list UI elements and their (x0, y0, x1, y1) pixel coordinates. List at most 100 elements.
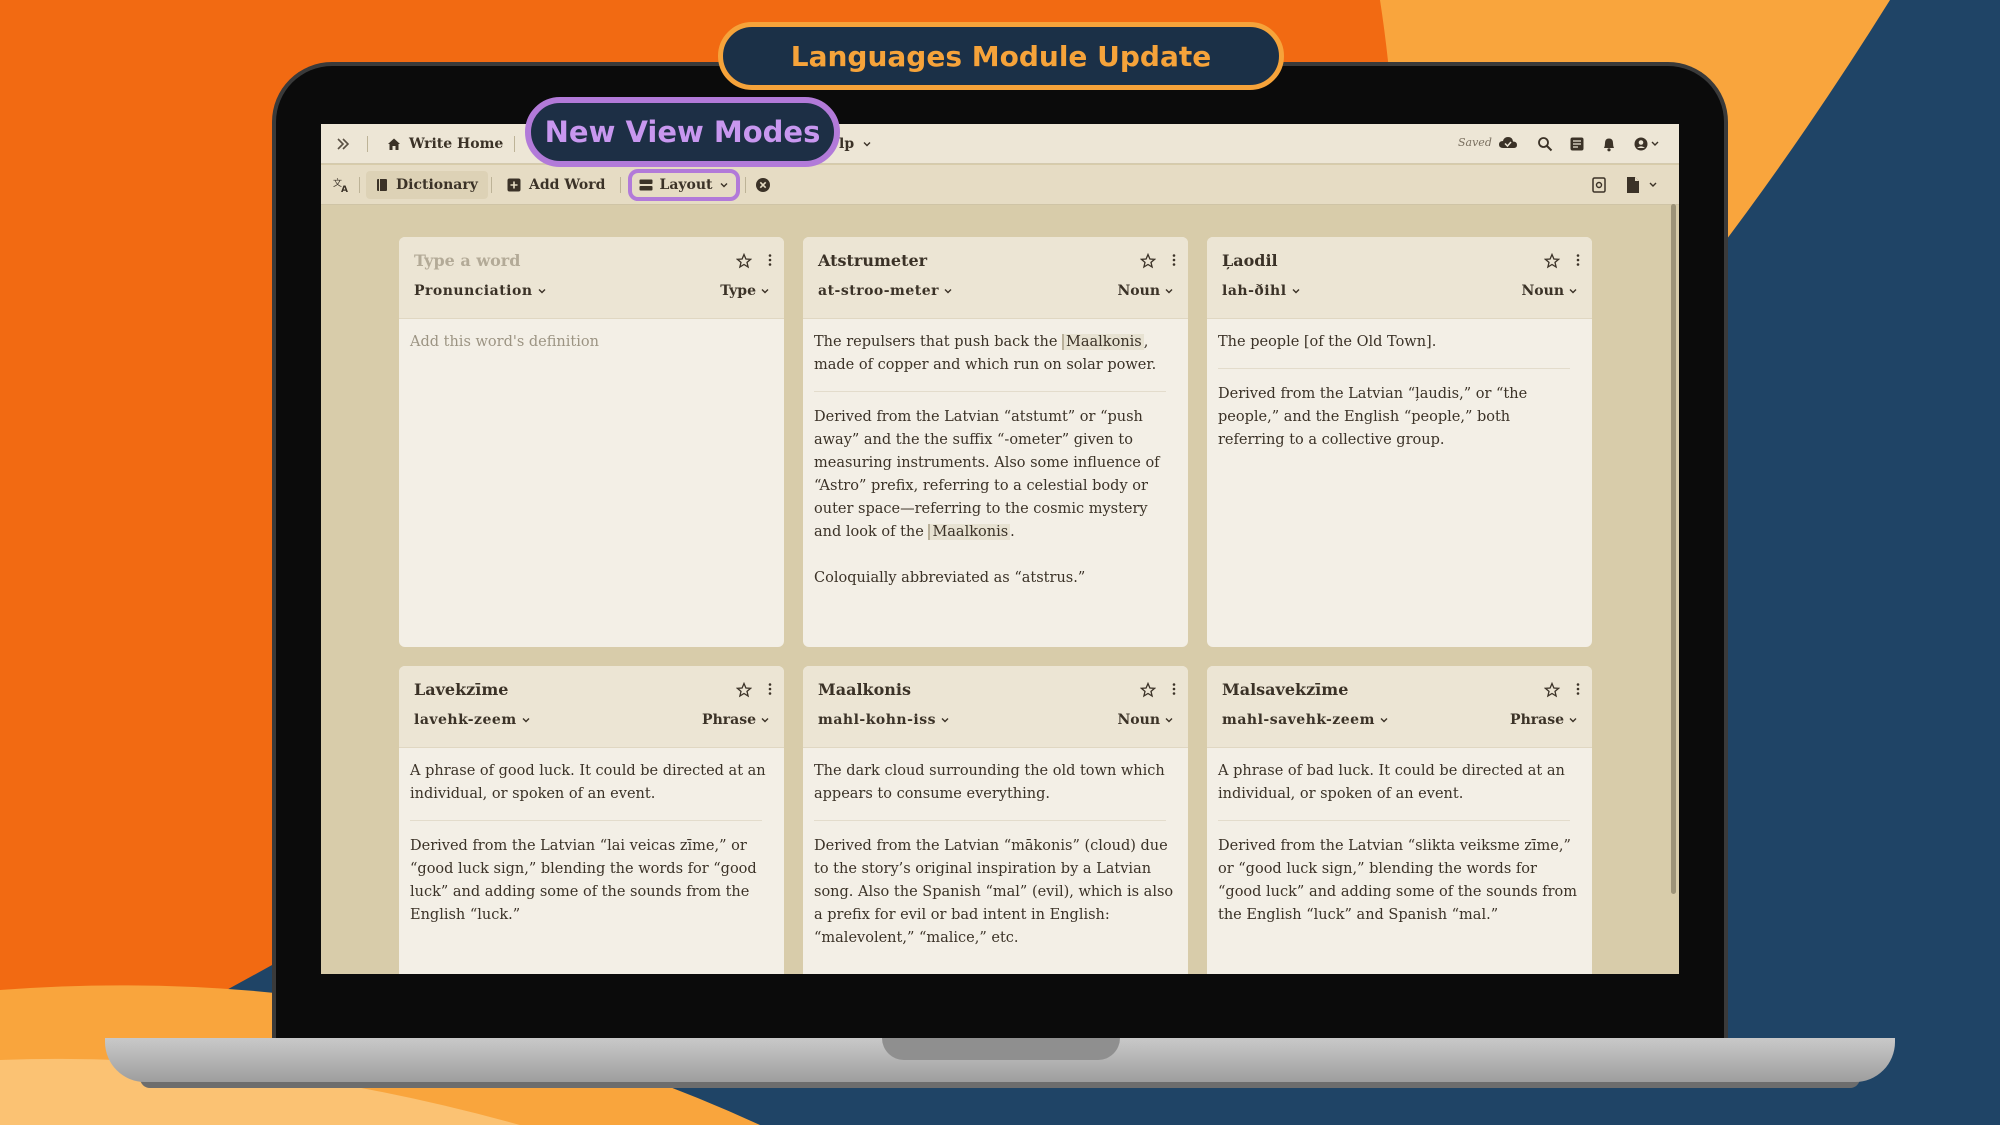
pronunciation-dropdown[interactable]: mahl-savehk-zeem (1222, 712, 1389, 728)
write-home-label: Write Home (409, 136, 504, 152)
word-card[interactable]: Malsavekzīme mahl-savehk-zeem Phrase A p… (1207, 666, 1592, 974)
dictionary-toolbar: 文A Dictionary Add Word Layout (321, 165, 1679, 205)
definition-text: The people [of the Old Town]. (1218, 334, 1437, 350)
type-dropdown[interactable]: Type (720, 283, 770, 299)
note-text: Coloquially abbreviated as “atstrus.” (814, 570, 1086, 586)
card-header: Lavekzīme lavehk-zeem Phrase (399, 666, 784, 748)
word-title[interactable]: Lavekzīme (414, 680, 508, 699)
star-icon[interactable] (1544, 682, 1560, 698)
word-card[interactable]: Lavekzīme lavehk-zeem Phrase A phrase of… (399, 666, 784, 974)
chevron-down-icon (1568, 286, 1578, 296)
text-run: The repulsers that push back the (814, 334, 1063, 350)
type-dropdown[interactable]: Noun (1522, 283, 1579, 299)
app-screen: Write Home lp Saved 文A Dictionary Add Wo… (321, 124, 1679, 974)
notes-icon[interactable] (1569, 136, 1585, 152)
definition-text: A phrase of bad luck. It could be direct… (1218, 763, 1565, 802)
pronunciation-dropdown[interactable]: at-stroo-meter (818, 283, 953, 299)
divider (410, 820, 762, 821)
word-link[interactable]: Maalkonis (1062, 334, 1144, 350)
account-icon[interactable] (1633, 136, 1661, 152)
help-menu[interactable]: lp (839, 124, 872, 164)
kebab-menu-icon[interactable] (768, 253, 772, 267)
chevron-down-icon (1291, 286, 1301, 296)
copy-icon[interactable] (1592, 177, 1606, 193)
svg-text:A: A (341, 185, 348, 193)
word-link[interactable]: Maalkonis (928, 524, 1011, 540)
layout-dropdown[interactable]: Layout (628, 169, 740, 201)
type-dropdown[interactable]: Phrase (702, 712, 770, 728)
word-input[interactable]: Type a word (414, 251, 520, 270)
kebab-menu-icon[interactable] (768, 682, 772, 696)
laptop-notch (882, 1038, 1120, 1060)
type-value: Phrase (702, 712, 756, 728)
divider (620, 177, 621, 193)
word-title[interactable]: Maalkonis (818, 680, 911, 699)
definition-body[interactable]: The dark cloud surrounding the old town … (803, 748, 1188, 950)
document-icon[interactable] (1626, 176, 1660, 194)
saved-status: Saved (1458, 136, 1492, 149)
kebab-menu-icon[interactable] (1576, 682, 1580, 696)
divider (359, 177, 360, 193)
definition-text: The dark cloud surrounding the old town … (814, 763, 1165, 802)
definition-text: The repulsers that push back the Maalkon… (814, 331, 1176, 377)
feature-callout: New View Modes (525, 97, 840, 167)
card-header: Type a word Pronunciation Type (399, 237, 784, 319)
write-home-link[interactable]: Write Home (387, 124, 503, 164)
etymology-text: Derived from the Latvian “lai veicas zīm… (410, 838, 757, 923)
dictionary-tab[interactable]: Dictionary (366, 171, 488, 199)
kebab-menu-icon[interactable] (1172, 682, 1176, 696)
type-dropdown[interactable]: Phrase (1510, 712, 1578, 728)
scrollbar-thumb[interactable] (1671, 204, 1676, 894)
home-icon (387, 137, 401, 151)
word-title[interactable]: Ļaodil (1222, 251, 1278, 270)
add-word-label: Add Word (529, 177, 606, 193)
star-icon[interactable] (1140, 682, 1156, 698)
kebab-menu-icon[interactable] (1576, 253, 1580, 267)
pronunciation-dropdown[interactable]: Pronunciation (414, 283, 547, 299)
double-chevron-right-icon[interactable] (335, 136, 351, 152)
star-icon[interactable] (736, 682, 752, 698)
pronunciation-dropdown[interactable]: lah-ðihl (1222, 283, 1301, 299)
pronunciation-value: lah-ðihl (1222, 283, 1287, 299)
star-icon[interactable] (1544, 253, 1560, 269)
pronunciation-value: mahl-savehk-zeem (1222, 712, 1375, 728)
type-dropdown[interactable]: Noun (1118, 712, 1175, 728)
plus-square-icon (507, 178, 521, 192)
word-card[interactable]: Atstrumeter at-stroo-meter Noun The repu… (803, 237, 1188, 647)
type-value: Phrase (1510, 712, 1564, 728)
definition-body[interactable]: A phrase of bad luck. It could be direct… (1207, 748, 1592, 927)
type-value: Noun (1521, 283, 1565, 299)
dictionary-label: Dictionary (396, 177, 478, 193)
pronunciation-value: mahl-kohn-iss (818, 712, 936, 728)
add-word-button[interactable]: Add Word (507, 165, 605, 205)
chevron-down-icon (537, 286, 547, 296)
chevron-down-icon (1164, 286, 1174, 296)
definition-body[interactable]: A phrase of good luck. It could be direc… (399, 748, 784, 927)
type-dropdown[interactable]: Noun (1118, 283, 1175, 299)
search-icon[interactable] (1537, 136, 1553, 152)
bell-icon[interactable] (1601, 136, 1617, 152)
chevron-down-icon (760, 286, 770, 296)
pronunciation-dropdown[interactable]: mahl-kohn-iss (818, 712, 950, 728)
kebab-menu-icon[interactable] (1172, 253, 1176, 267)
text-run: Derived from the Latvian “atstumt” or “p… (814, 409, 1160, 540)
layout-label: Layout (659, 177, 713, 193)
translate-icon[interactable]: 文A (333, 177, 351, 193)
close-circle-icon[interactable] (755, 177, 771, 193)
word-card[interactable]: Ļaodil lah-ðihl Noun The people [of the … (1207, 237, 1592, 647)
header-callout: Languages Module Update (718, 22, 1284, 90)
definition-editor[interactable]: Add this word's definition (399, 319, 784, 354)
definition-body[interactable]: The people [of the Old Town]. Derived fr… (1207, 319, 1592, 452)
star-icon[interactable] (736, 253, 752, 269)
card-header: Malsavekzīme mahl-savehk-zeem Phrase (1207, 666, 1592, 748)
word-card[interactable]: Maalkonis mahl-kohn-iss Noun The dark cl… (803, 666, 1188, 974)
word-title[interactable]: Atstrumeter (818, 251, 927, 270)
card-header: Atstrumeter at-stroo-meter Noun (803, 237, 1188, 319)
pronunciation-value: Pronunciation (414, 283, 533, 299)
pronunciation-dropdown[interactable]: lavehk-zeem (414, 712, 531, 728)
word-card-new[interactable]: Type a word Pronunciation Type Add this … (399, 237, 784, 647)
divider (514, 136, 515, 152)
definition-body[interactable]: The repulsers that push back the Maalkon… (803, 319, 1188, 590)
word-title[interactable]: Malsavekzīme (1222, 680, 1348, 699)
star-icon[interactable] (1140, 253, 1156, 269)
